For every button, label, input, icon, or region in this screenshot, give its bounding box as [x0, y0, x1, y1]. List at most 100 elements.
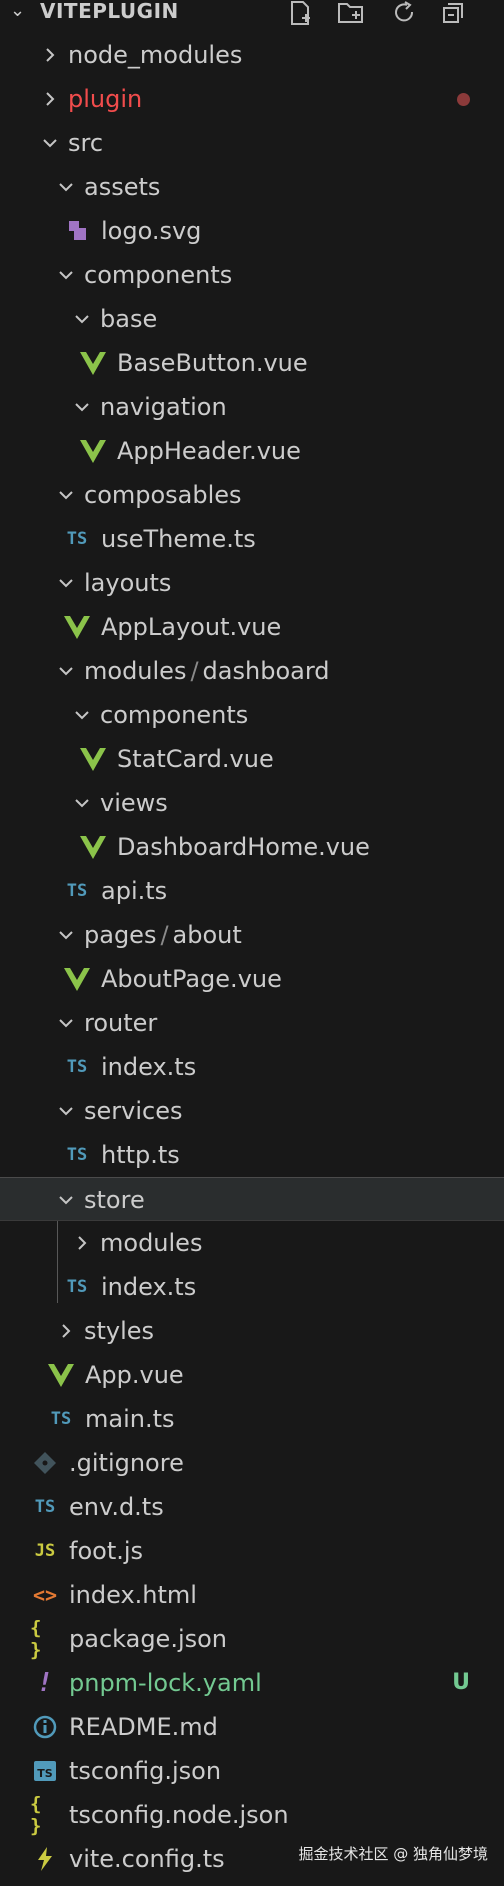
svg-file-icon — [62, 217, 92, 245]
file-app-vue[interactable]: App.vue — [0, 1353, 504, 1397]
chevron-down-icon[interactable] — [72, 793, 92, 813]
file-statcard-vue[interactable]: StatCard.vue — [0, 737, 504, 781]
explorer-header[interactable]: ⌄ VITEPLUGIN — [0, 0, 504, 32]
file-readme-md[interactable]: README.md — [0, 1705, 504, 1749]
tree-item-label: main.ts — [85, 1405, 175, 1433]
new-folder-icon[interactable] — [336, 0, 366, 26]
tsconfig-file-icon: TS — [30, 1757, 60, 1785]
chevron-right-icon[interactable] — [72, 1233, 92, 1253]
tree-item-label: pages / about — [84, 921, 242, 949]
file-main-ts[interactable]: TS main.ts — [0, 1397, 504, 1441]
chevron-down-icon[interactable] — [56, 177, 76, 197]
tree-item-label: layouts — [84, 569, 172, 597]
file-index-ts[interactable]: TS index.ts — [0, 1265, 504, 1309]
tree-item-label: index.ts — [101, 1273, 197, 1301]
chevron-down-icon[interactable] — [72, 397, 92, 417]
chevron-down-icon[interactable] — [72, 705, 92, 725]
chevron-down-icon[interactable]: ⌄ — [10, 0, 25, 22]
chevron-down-icon[interactable] — [56, 1013, 76, 1033]
folder-layouts[interactable]: layouts — [0, 561, 504, 605]
chevron-right-icon[interactable] — [56, 1321, 76, 1341]
file-tsconfig-json[interactable]: TS tsconfig.json — [0, 1749, 504, 1793]
tree-item-label: router — [84, 1009, 158, 1037]
folder-navigation[interactable]: navigation — [0, 385, 504, 429]
vue-file-icon — [78, 745, 108, 773]
yaml-file-icon: ! — [37, 1668, 53, 1698]
file-api-ts[interactable]: TS api.ts — [0, 869, 504, 913]
refresh-icon[interactable] — [390, 0, 420, 26]
tree-item-label: store — [84, 1186, 145, 1214]
chevron-down-icon[interactable] — [72, 309, 92, 329]
tree-item-label: AppLayout.vue — [101, 613, 282, 641]
file-env-d-ts[interactable]: TS env.d.ts — [0, 1485, 504, 1529]
folder-assets[interactable]: assets — [0, 165, 504, 209]
chevron-down-icon[interactable] — [56, 925, 76, 945]
tree-item-label: assets — [84, 173, 161, 201]
folder-router[interactable]: router — [0, 1001, 504, 1045]
file-tsconfig-node-json[interactable]: { } tsconfig.node.json — [0, 1793, 504, 1837]
tree-item-label: package.json — [69, 1625, 228, 1653]
watermark: 掘金技术社区 @ 独角仙梦境 — [298, 1845, 488, 1863]
file-index-html[interactable]: <> index.html — [0, 1573, 504, 1617]
html-file-icon: <> — [32, 1583, 58, 1607]
folder-modules[interactable]: modules / dashboard — [0, 649, 504, 693]
chevron-down-icon[interactable] — [56, 573, 76, 593]
folder-components[interactable]: components — [0, 253, 504, 297]
collapse-all-icon[interactable] — [438, 0, 468, 26]
file-index-ts[interactable]: TS index.ts — [0, 1045, 504, 1089]
file-logo-svg[interactable]: logo.svg — [0, 209, 504, 253]
tree-item-label: tsconfig.node.json — [69, 1801, 289, 1829]
tree-item-label: base — [100, 305, 158, 333]
chevron-down-icon[interactable] — [40, 133, 60, 153]
tree-item-label: README.md — [69, 1713, 218, 1741]
folder-styles[interactable]: styles — [0, 1309, 504, 1353]
chevron-right-icon[interactable] — [40, 45, 60, 65]
tree-item-label: node_modules — [68, 41, 243, 69]
folder-services[interactable]: services — [0, 1089, 504, 1133]
tree-item-label: navigation — [100, 393, 227, 421]
file-gitignore[interactable]: .gitignore — [0, 1441, 504, 1485]
file-http-ts[interactable]: TS http.ts — [0, 1133, 504, 1177]
chevron-down-icon[interactable] — [56, 265, 76, 285]
folder-plugin[interactable]: plugin — [0, 77, 504, 121]
tree-item-label: BaseButton.vue — [117, 349, 308, 377]
chevron-down-icon[interactable] — [56, 1190, 76, 1210]
file-usetheme-ts[interactable]: TS useTheme.ts — [0, 517, 504, 561]
tree-item-label: modules / dashboard — [84, 657, 330, 685]
tree-item-label: AboutPage.vue — [101, 965, 282, 993]
file-basebutton-vue[interactable]: BaseButton.vue — [0, 341, 504, 385]
info-file-icon — [30, 1713, 60, 1741]
tree-item-label: useTheme.ts — [101, 525, 256, 553]
file-foot-js[interactable]: JS foot.js — [0, 1529, 504, 1573]
vue-file-icon — [78, 349, 108, 377]
tree-item-label: src — [68, 129, 104, 157]
folder-components[interactable]: components — [0, 693, 504, 737]
folder-src[interactable]: src — [0, 121, 504, 165]
chevron-down-icon[interactable] — [56, 1101, 76, 1121]
new-file-icon[interactable] — [286, 0, 316, 26]
folder-modules[interactable]: modules — [0, 1221, 504, 1265]
tree-item-label: AppHeader.vue — [117, 437, 301, 465]
folder-views[interactable]: views — [0, 781, 504, 825]
file-pnpm-lock-yaml[interactable]: ! pnpm-lock.yaml U — [0, 1661, 504, 1705]
file-package-json[interactable]: { } package.json — [0, 1617, 504, 1661]
tree-item-label: components — [100, 701, 249, 729]
tree-item-label: vite.config.ts — [69, 1845, 225, 1873]
file-aboutpage-vue[interactable]: AboutPage.vue — [0, 957, 504, 1001]
folder-base[interactable]: base — [0, 297, 504, 341]
chevron-down-icon[interactable] — [56, 661, 76, 681]
folder-composables[interactable]: composables — [0, 473, 504, 517]
json-file-icon: { } — [30, 1793, 42, 1837]
folder-node-modules[interactable]: node_modules — [0, 33, 504, 77]
file-appheader-vue[interactable]: AppHeader.vue — [0, 429, 504, 473]
tree-item-label: pnpm-lock.yaml — [69, 1669, 262, 1697]
modified-dot — [457, 93, 470, 106]
file-dashboardhome-vue[interactable]: DashboardHome.vue — [0, 825, 504, 869]
tree-item-label: env.d.ts — [69, 1493, 164, 1521]
tree-item-label: plugin — [68, 85, 143, 113]
folder-pages[interactable]: pages / about — [0, 913, 504, 957]
chevron-right-icon[interactable] — [40, 89, 60, 109]
chevron-down-icon[interactable] — [56, 485, 76, 505]
folder-store[interactable]: store — [0, 1177, 504, 1221]
file-applayout-vue[interactable]: AppLayout.vue — [0, 605, 504, 649]
